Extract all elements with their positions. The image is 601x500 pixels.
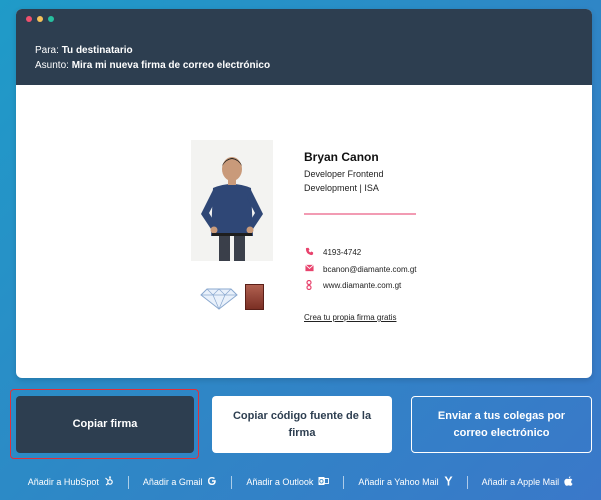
contact-phone: 4193-4742 bbox=[304, 247, 361, 257]
close-dot bbox=[26, 16, 32, 22]
send-colleagues-button[interactable]: Enviar a tus colegas por correo electrón… bbox=[411, 396, 592, 453]
gmail-icon bbox=[207, 476, 217, 489]
recipient-line: Para: Tu destinatario bbox=[35, 45, 133, 56]
window-controls bbox=[26, 16, 54, 22]
add-to-apple-mail[interactable]: Añadir a Apple Mail bbox=[468, 475, 588, 489]
copy-signature-button[interactable]: Copiar firma bbox=[16, 396, 194, 453]
outlook-label[interactable]: Añadir a Outlook bbox=[246, 477, 313, 487]
email-signature: Bryan Canon Developer Frontend Developme… bbox=[191, 140, 431, 322]
signature-role: Developer Frontend Development | ISA bbox=[304, 167, 424, 195]
yahoo-icon bbox=[444, 476, 453, 489]
add-to-yahoo[interactable]: Añadir a Yahoo Mail bbox=[344, 475, 468, 489]
contact-email[interactable]: bcanon@diamante.com.gt bbox=[304, 264, 417, 274]
signature-divider bbox=[304, 213, 416, 215]
website-text[interactable]: www.diamante.com.gt bbox=[323, 281, 401, 290]
subject-line: Asunto: Mira mi nueva firma de correo el… bbox=[35, 60, 270, 71]
subject-label: Asunto: bbox=[35, 60, 69, 71]
company-logos bbox=[199, 283, 269, 315]
subject-value: Mira mi nueva firma de correo electrónic… bbox=[71, 60, 271, 71]
to-value: Tu destinatario bbox=[61, 45, 133, 56]
create-signature-link[interactable]: Crea tu propia firma gratis bbox=[304, 313, 396, 322]
diamante-logo bbox=[199, 283, 239, 315]
isa-logo bbox=[245, 284, 264, 310]
envelope-icon bbox=[304, 264, 314, 274]
email-text[interactable]: bcanon@diamante.com.gt bbox=[323, 265, 417, 274]
copy-source-button[interactable]: Copiar código fuente de la firma bbox=[212, 396, 392, 453]
apple-label[interactable]: Añadir a Apple Mail bbox=[482, 477, 560, 487]
add-to-hubspot[interactable]: Añadir a HubSpot bbox=[14, 475, 129, 489]
maximize-dot bbox=[48, 16, 54, 22]
add-to-outlook[interactable]: Añadir a Outlook O bbox=[232, 475, 345, 489]
svg-text:O: O bbox=[320, 479, 325, 485]
profile-photo bbox=[191, 140, 273, 261]
role-line-1: Developer Frontend bbox=[304, 169, 384, 179]
phone-text: 4193-4742 bbox=[323, 247, 362, 257]
role-line-2: Development | ISA bbox=[304, 183, 379, 193]
integrations-bar: Añadir a HubSpot Añadir a Gmail Añadir a… bbox=[0, 474, 601, 490]
outlook-icon: O bbox=[318, 476, 330, 489]
contact-website[interactable]: www.diamante.com.gt bbox=[304, 279, 401, 291]
add-to-gmail[interactable]: Añadir a Gmail bbox=[129, 475, 233, 489]
yahoo-label[interactable]: Añadir a Yahoo Mail bbox=[358, 477, 438, 487]
gmail-label[interactable]: Añadir a Gmail bbox=[143, 477, 203, 487]
email-header: Para: Tu destinatario Asunto: Mira mi nu… bbox=[16, 9, 592, 85]
to-label: Para: bbox=[35, 45, 59, 56]
hubspot-icon bbox=[104, 475, 114, 489]
link-icon bbox=[304, 279, 314, 291]
signature-name: Bryan Canon bbox=[304, 150, 379, 164]
hubspot-label[interactable]: Añadir a HubSpot bbox=[28, 477, 99, 487]
email-preview-window: Para: Tu destinatario Asunto: Mira mi nu… bbox=[16, 9, 592, 378]
phone-icon bbox=[304, 247, 314, 257]
minimize-dot bbox=[37, 16, 43, 22]
apple-icon bbox=[564, 475, 573, 489]
